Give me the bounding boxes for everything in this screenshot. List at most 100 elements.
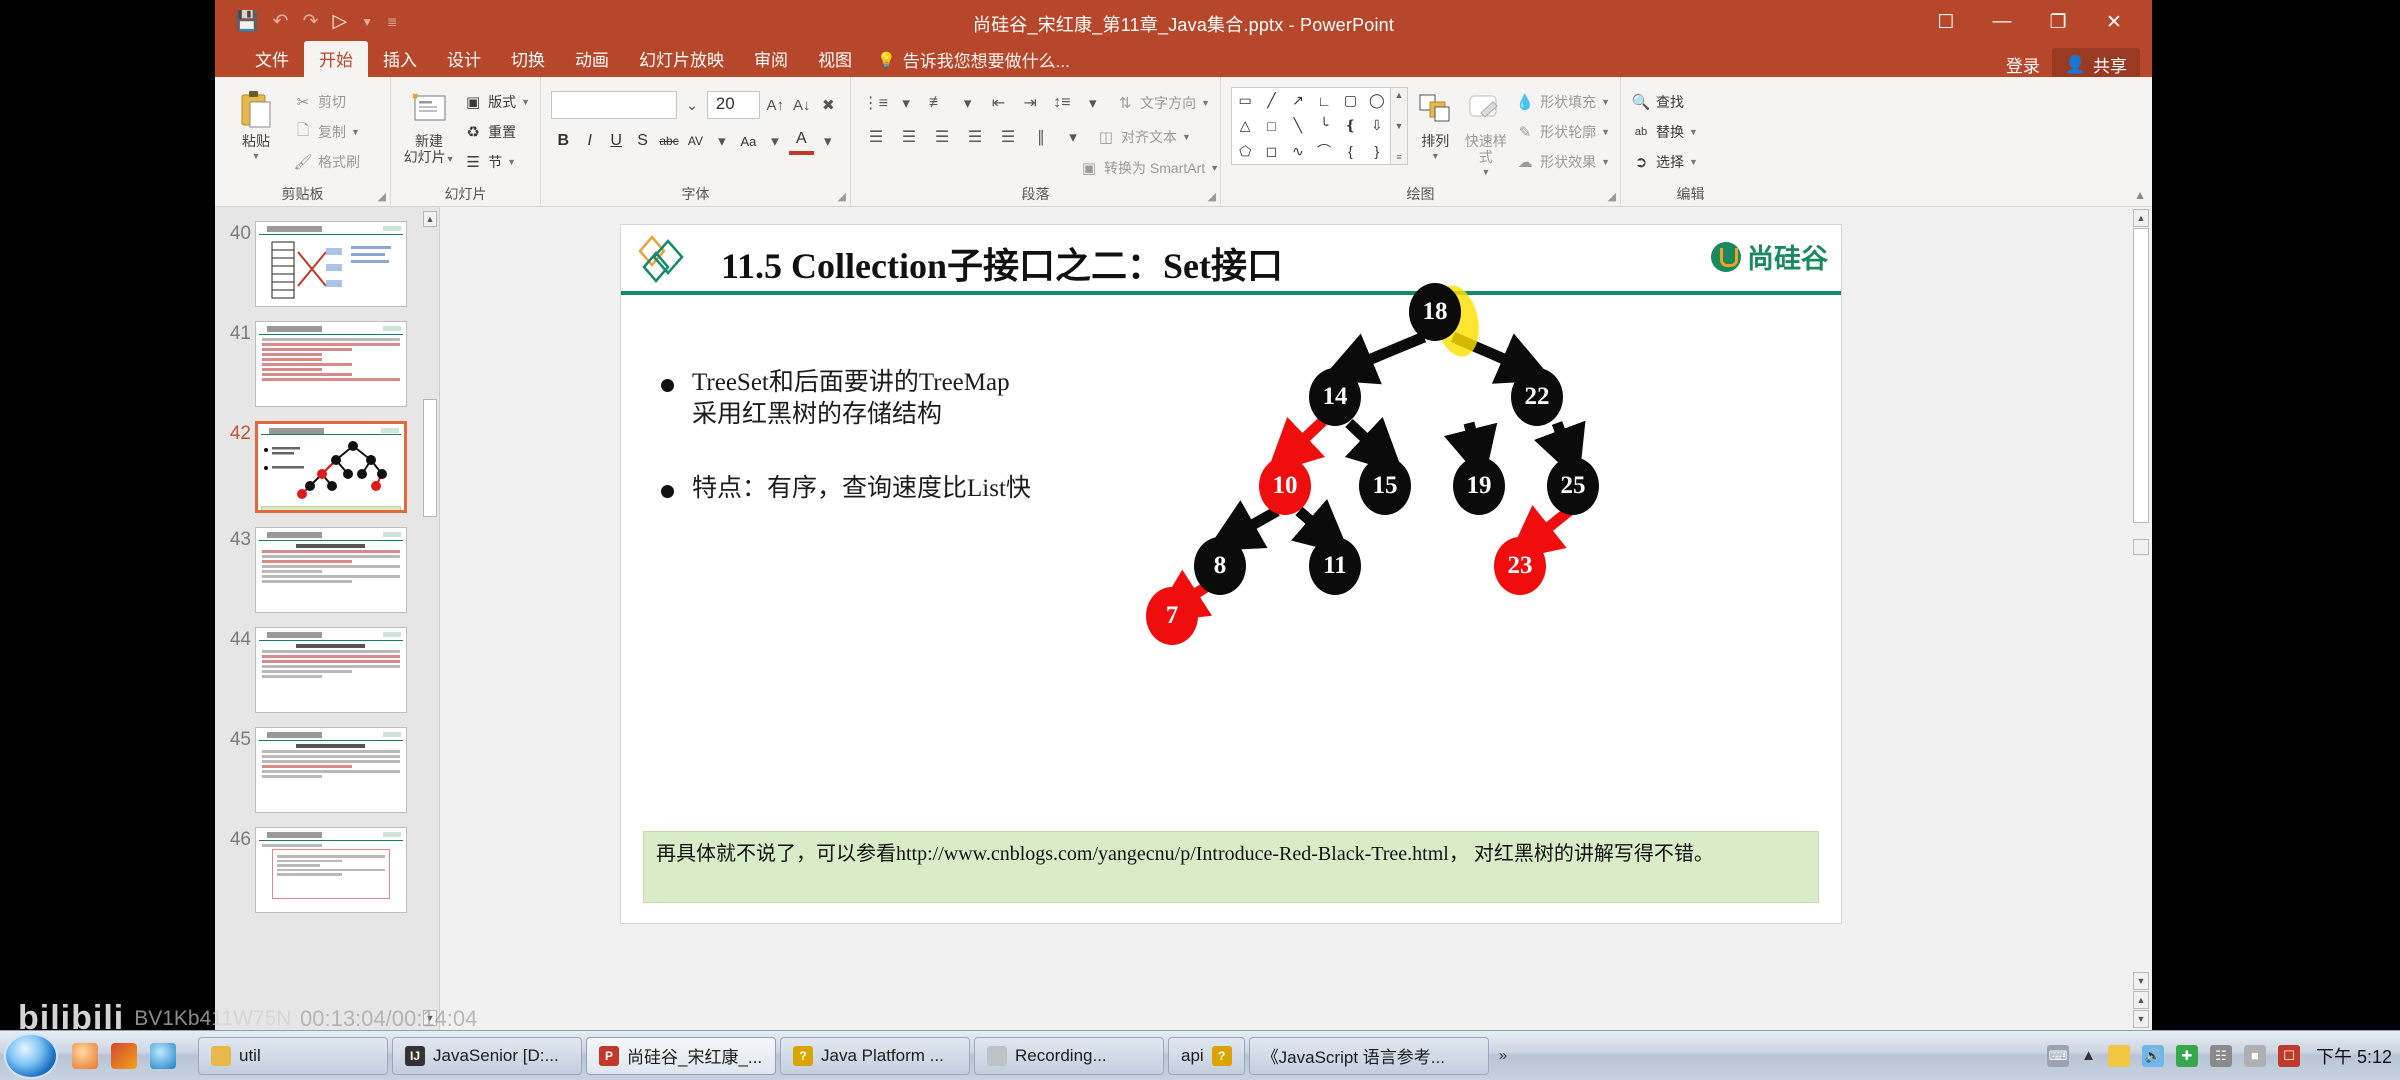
app-tray-icon[interactable]: ☐ — [2277, 1044, 2300, 1067]
character-spacing-button[interactable]: AV — [683, 127, 707, 155]
bullets-button[interactable]: ⋮≡ — [861, 89, 890, 117]
decrease-font-size-button[interactable]: A↓ — [790, 91, 814, 119]
convert-smartart-button[interactable]: ▣ 转换为 SmartArt ▼ — [1079, 155, 1219, 181]
shape-outline-button[interactable]: ✎ 形状轮廓 ▼ — [1515, 119, 1610, 145]
scroll-up-button[interactable]: ▲ — [2133, 209, 2149, 227]
shape-fill-button[interactable]: 💧 形状填充 ▼ — [1515, 89, 1610, 115]
firefox-icon[interactable] — [72, 1042, 98, 1069]
chevron-down-icon[interactable]: ▼ — [1601, 127, 1610, 137]
chevron-down-icon[interactable]: ▼ — [351, 127, 360, 137]
shape-rect-icon[interactable]: ▭ — [1232, 88, 1258, 113]
chevron-down-icon[interactable]: ▾ — [816, 127, 840, 155]
font-size-input[interactable]: 20 — [706, 91, 761, 119]
align-left-button[interactable]: ☰ — [861, 123, 891, 151]
tab-view[interactable]: 视图 — [803, 41, 867, 77]
chevron-down-icon[interactable]: ▼ — [252, 151, 261, 161]
taskbar-item-java-platform[interactable]: ? Java Platform ... — [780, 1036, 970, 1075]
reset-button[interactable]: ♻ 重置 — [463, 119, 530, 145]
format-painter-button[interactable]: 🖌 格式刷 — [293, 149, 360, 175]
ribbon-display-options-icon[interactable]: ☐ — [1918, 0, 1974, 44]
chevron-down-icon[interactable]: ▾ — [710, 127, 734, 155]
previous-slide-button[interactable]: ▲ — [2133, 991, 2149, 1009]
close-button[interactable]: ✕ — [2086, 0, 2142, 44]
scrollbar-thumb[interactable] — [423, 399, 437, 517]
section-button[interactable]: ☰ 节 ▼ — [463, 149, 530, 175]
align-right-button[interactable]: ☰ — [927, 123, 957, 151]
new-slide-button[interactable]: 新建 幻灯片▼ — [401, 87, 457, 165]
shapes-scrollbar[interactable]: ▲ ▼ ≡ — [1391, 87, 1408, 165]
shield-icon[interactable]: ✚ — [2175, 1044, 2198, 1067]
numbering-button[interactable]: ≢ — [923, 89, 952, 117]
list-item[interactable]: 45 — [215, 727, 420, 813]
increase-indent-button[interactable]: ⇥ — [1016, 89, 1045, 117]
clipboard-dialog-launcher[interactable]: ◢ — [378, 190, 386, 203]
select-button[interactable]: ➲ 选择 ▼ — [1631, 149, 1698, 175]
font-name-input[interactable] — [551, 91, 678, 119]
thumbnail-image[interactable] — [255, 627, 407, 713]
list-item[interactable]: 40 — [215, 221, 420, 307]
chevron-down-icon[interactable]: ▾ — [763, 127, 787, 155]
shape-arrow-down-icon[interactable]: ⇩ — [1364, 113, 1390, 138]
thumbnail-image[interactable] — [255, 527, 407, 613]
scroll-up-icon[interactable]: ▲ — [1395, 90, 1404, 100]
balloon-icon[interactable] — [2107, 1044, 2130, 1067]
replace-button[interactable]: ab 替换 ▼ — [1631, 119, 1698, 145]
thumbnail-image[interactable] — [255, 727, 407, 813]
chevron-down-icon[interactable]: ▼ — [1182, 132, 1191, 142]
chevron-down-icon[interactable]: ▼ — [521, 97, 530, 107]
collapse-ribbon-icon[interactable]: ▲ — [2134, 188, 2146, 202]
bold-button[interactable]: B — [551, 127, 575, 155]
chevron-down-icon[interactable]: ▼ — [446, 154, 455, 164]
shape-arrow-icon[interactable]: ↗ — [1285, 88, 1311, 113]
chevron-down-icon[interactable]: ▼ — [1689, 157, 1698, 167]
list-item[interactable]: 44 — [215, 627, 420, 713]
list-item[interactable]: 41 — [215, 321, 420, 407]
scrollbar-thumb[interactable] — [2133, 228, 2149, 523]
italic-button[interactable]: I — [577, 127, 601, 155]
shape-pentagon-icon[interactable]: ⬠ — [1232, 139, 1258, 164]
shape-square-icon[interactable]: □ — [1258, 113, 1284, 138]
scroll-down-button[interactable]: ▼ — [2133, 972, 2149, 990]
font-dialog-launcher[interactable]: ◢ — [838, 190, 846, 203]
tab-file[interactable]: 文件 — [240, 41, 304, 77]
shapes-grid[interactable]: ▭ ╱ ↗ ∟ ▢ ◯ △ □ ╲ ╰ ❴ ⇩ ⬠ ◻ ∿ ⌒ {} — [1231, 87, 1391, 165]
increase-font-size-button[interactable]: A↑ — [763, 91, 787, 119]
shape-line-icon[interactable]: ╱ — [1258, 88, 1284, 113]
cut-button[interactable]: ✂ 剪切 — [293, 89, 360, 115]
text-shadow-button[interactable]: S — [630, 127, 654, 155]
columns-button[interactable]: ∥ — [1026, 123, 1056, 151]
chevron-down-icon[interactable]: ▼ — [1210, 163, 1219, 173]
thumbnail-image[interactable] — [255, 321, 407, 407]
shape-diagonal-icon[interactable]: ╲ — [1285, 113, 1311, 138]
shape-oval-icon[interactable]: ◯ — [1364, 88, 1390, 113]
media-player-icon[interactable] — [111, 1042, 137, 1069]
chevron-down-icon[interactable]: ▼ — [1689, 127, 1698, 137]
list-item[interactable]: 42 — [215, 421, 420, 513]
drawing-dialog-launcher[interactable]: ◢ — [1608, 190, 1616, 203]
keyboard-icon[interactable]: ⌨ — [2047, 1044, 2070, 1067]
strikethrough-button[interactable]: abc — [657, 127, 681, 155]
taskbar-item-javasenior[interactable]: IJ JavaSenior [D:... — [392, 1036, 582, 1075]
chevron-down-icon[interactable]: ▾ — [954, 89, 981, 117]
shape-cube-icon[interactable]: ◻ — [1258, 139, 1284, 164]
shape-elbow-icon[interactable]: ∟ — [1311, 88, 1337, 113]
shape-brace-icon[interactable]: { — [1337, 139, 1363, 164]
shape-rounded-icon[interactable]: ▢ — [1337, 88, 1363, 113]
slide-area-scrollbar[interactable]: ▲ ▼ ▲ ▼ — [2133, 209, 2149, 1028]
chevron-down-icon[interactable]: ▼ — [1601, 157, 1610, 167]
thumbnail-image[interactable] — [255, 827, 407, 913]
volume-icon[interactable]: 🔊 — [2141, 1044, 2164, 1067]
distribute-button[interactable]: ☰ — [993, 123, 1023, 151]
restore-button[interactable]: ❐ — [2030, 0, 2086, 44]
tab-transitions[interactable]: 切换 — [496, 41, 560, 77]
battery-icon[interactable]: ■ — [2243, 1044, 2266, 1067]
list-item[interactable]: 46 — [215, 827, 420, 913]
slide-thumbnail-pane[interactable]: 40 41 42 43 44 45 46 ▲ ▼ — [215, 207, 440, 1030]
thumbnail-image-selected[interactable] — [255, 421, 407, 513]
sign-in-link[interactable]: 登录 — [2006, 52, 2040, 77]
taskbar-overflow-icon[interactable]: » — [1499, 1047, 1507, 1064]
arrange-button[interactable]: 排列 ▼ — [1414, 87, 1457, 161]
start-button[interactable] — [4, 1032, 58, 1079]
tab-review[interactable]: 审阅 — [739, 41, 803, 77]
tab-slideshow[interactable]: 幻灯片放映 — [624, 41, 739, 77]
